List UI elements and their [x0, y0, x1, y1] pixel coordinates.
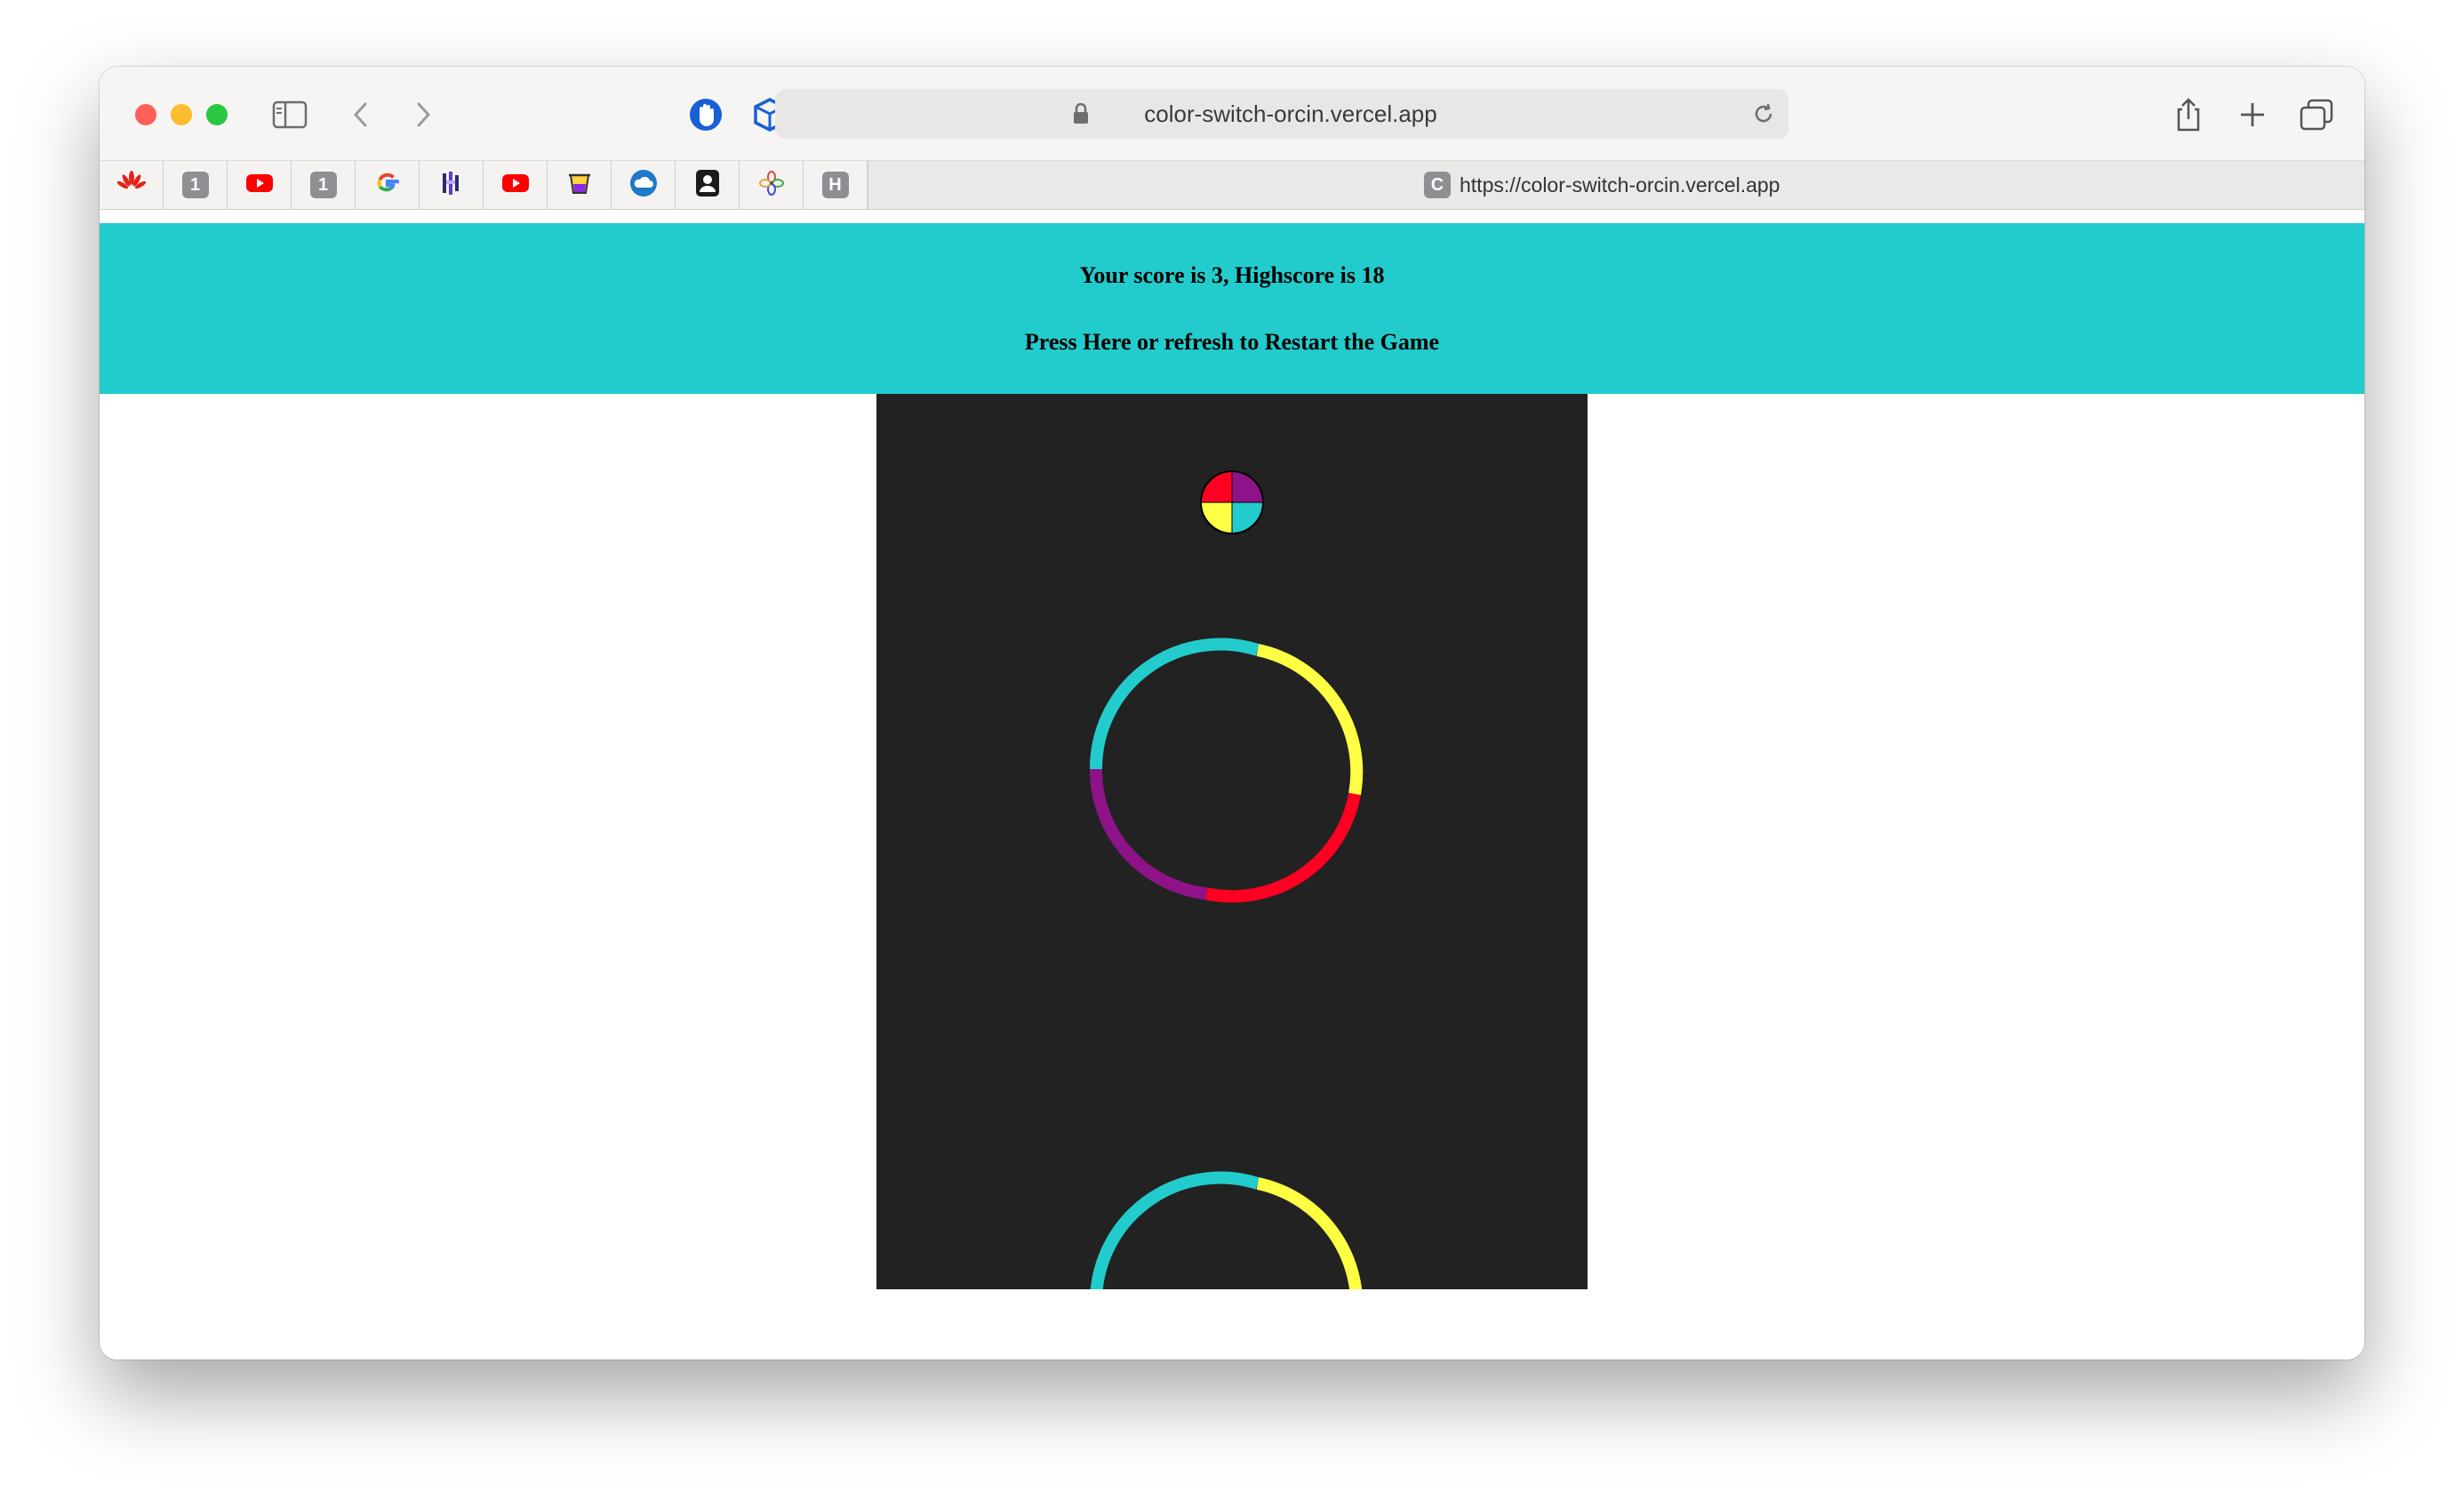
number-1-icon: 1: [181, 172, 209, 198]
flower-icon: [758, 170, 785, 201]
close-window-button[interactable]: [135, 104, 156, 125]
forward-icon[interactable]: [402, 93, 444, 136]
favorite-bars-logo[interactable]: [420, 161, 484, 209]
ring-1-segment-purple: [1089, 768, 1207, 900]
page-content: Your score is 3, Highscore is 18 Press H…: [100, 223, 2364, 1360]
number-1-icon: 1: [309, 172, 337, 198]
huawei-icon: [116, 170, 147, 200]
tab-favicon: C: [1424, 172, 1451, 198]
obstacle-ring-2: [1090, 1171, 1363, 1289]
bars-logo-icon: [440, 170, 463, 201]
game-scene: [1089, 470, 1364, 1289]
tab-bar: 1 1 H C https://color-switch-orcin.verce…: [100, 160, 2364, 210]
favorite-contact[interactable]: [676, 161, 740, 209]
address-bar[interactable]: color-switch-orcin.vercel.app: [775, 89, 1788, 139]
sidebar-toggle-icon[interactable]: [268, 93, 311, 136]
favorite-youtube-second[interactable]: [484, 161, 548, 209]
address-text: color-switch-orcin.vercel.app: [1144, 100, 1437, 127]
player-ball: [1200, 470, 1264, 534]
tab-active[interactable]: C https://color-switch-orcin.vercel.app: [1424, 161, 1780, 209]
ring-1-segment-yellow: [1256, 644, 1364, 796]
ring-1-segment-cyan: [1089, 638, 1260, 770]
favorite-google[interactable]: [356, 161, 420, 209]
zoom-window-button[interactable]: [206, 104, 228, 125]
reload-icon[interactable]: [1749, 100, 1778, 132]
obstacle-ring-1: [1089, 638, 1364, 903]
score-banner: Your score is 3, Highscore is 18 Press H…: [100, 223, 2364, 394]
favorite-huawei[interactable]: [100, 161, 164, 209]
cup-icon: [566, 170, 593, 201]
game-canvas[interactable]: [876, 394, 1588, 1289]
favorite-1[interactable]: 1: [164, 161, 228, 209]
youtube-icon: [245, 172, 274, 198]
browser-window: color-switch-orcin.vercel.app 1 1 H C ht…: [100, 67, 2364, 1360]
favorite-cup[interactable]: [548, 161, 612, 209]
new-tab-icon[interactable]: [2231, 93, 2274, 136]
share-icon[interactable]: [2167, 93, 2210, 136]
favorite-youtube[interactable]: [228, 161, 292, 209]
google-icon: [374, 170, 401, 201]
ring-1-segment-red: [1204, 792, 1361, 903]
cloud-icon: [629, 169, 658, 202]
tab-overview-icon[interactable]: [2295, 93, 2338, 136]
tab-title: https://color-switch-orcin.vercel.app: [1460, 172, 1780, 197]
youtube-icon: [501, 172, 530, 198]
ring-2-segment-yellow: [1256, 1177, 1363, 1289]
favorite-flower[interactable]: [740, 161, 804, 209]
score-text: Your score is 3, Highscore is 18: [1079, 262, 1385, 288]
minimize-window-button[interactable]: [171, 104, 192, 125]
contact-icon: [694, 169, 721, 202]
letter-h-icon: H: [821, 172, 849, 198]
ring-2-segment-cyan: [1090, 1171, 1260, 1289]
browser-toolbar: color-switch-orcin.vercel.app: [100, 67, 2364, 160]
favorite-cloud[interactable]: [612, 161, 676, 209]
hand-blocker-extension-icon[interactable]: [684, 93, 727, 136]
favorites-strip: 1 1 H: [100, 161, 868, 209]
favorite-h[interactable]: H: [804, 161, 868, 209]
restart-link[interactable]: Press Here or refresh to Restart the Gam…: [100, 329, 2364, 356]
favorite-1-second[interactable]: 1: [292, 161, 356, 209]
back-icon[interactable]: [340, 93, 382, 136]
